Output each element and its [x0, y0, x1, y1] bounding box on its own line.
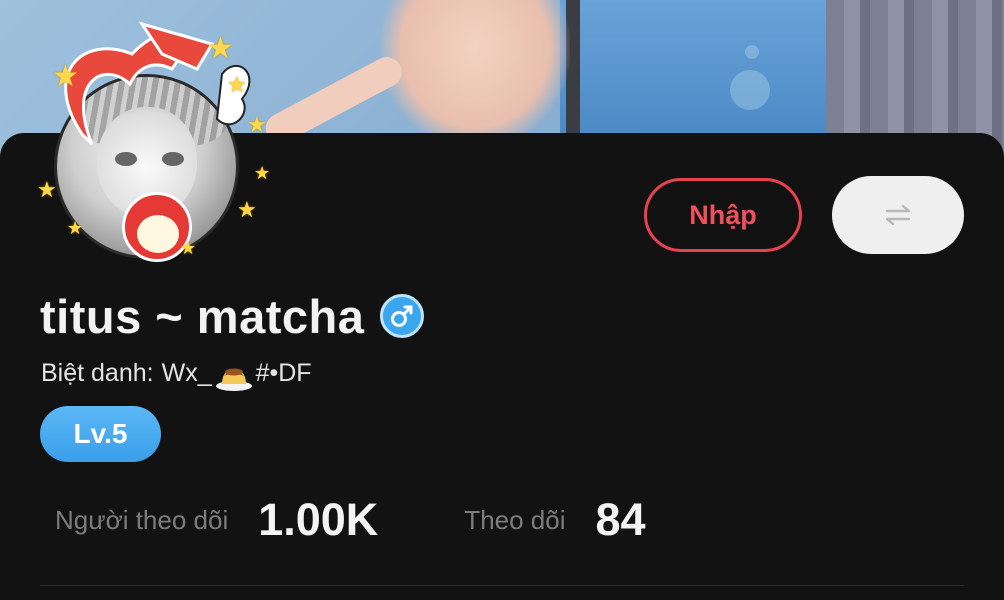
- followers-count[interactable]: 1.00K: [258, 494, 378, 546]
- star-icon: ★: [37, 177, 57, 202]
- swap-arrows-icon: [885, 204, 911, 226]
- following-label[interactable]: Theo dõi: [464, 505, 565, 536]
- followers-label[interactable]: Người theo dõi: [55, 505, 228, 536]
- star-icon: ★: [52, 60, 79, 93]
- nickname-prefix: Wx_: [161, 358, 212, 387]
- username: titus ~ matcha: [40, 289, 365, 343]
- star-icon: ★: [254, 163, 271, 183]
- stats-row: Người theo dõi 1.00K Theo dõi 84: [55, 492, 646, 548]
- following-count[interactable]: 84: [596, 494, 646, 546]
- profile-name-row: titus ~ matcha: [40, 288, 425, 344]
- enter-button[interactable]: Nhập: [644, 178, 802, 252]
- avatar[interactable]: ★ ★ ★ ★ ★ ★ ★ ★ ★: [22, 14, 272, 262]
- switch-account-button[interactable]: [832, 176, 964, 254]
- star-icon: ★: [227, 72, 247, 97]
- pudding-emoji-icon: [215, 368, 252, 391]
- nickname-label: Biệt danh:: [41, 358, 154, 387]
- nickname: Biệt danh: Wx_ #•DF: [41, 358, 312, 391]
- divider: [40, 585, 964, 586]
- nickname-suffix: #•DF: [255, 358, 312, 387]
- level-badge[interactable]: Lv.5: [40, 406, 161, 462]
- star-icon: ★: [207, 32, 234, 65]
- male-gender-icon: [380, 294, 425, 338]
- star-icon: ★: [247, 112, 267, 137]
- star-icon: ★: [180, 238, 197, 258]
- star-icon: ★: [237, 197, 257, 222]
- star-icon: ★: [67, 218, 84, 238]
